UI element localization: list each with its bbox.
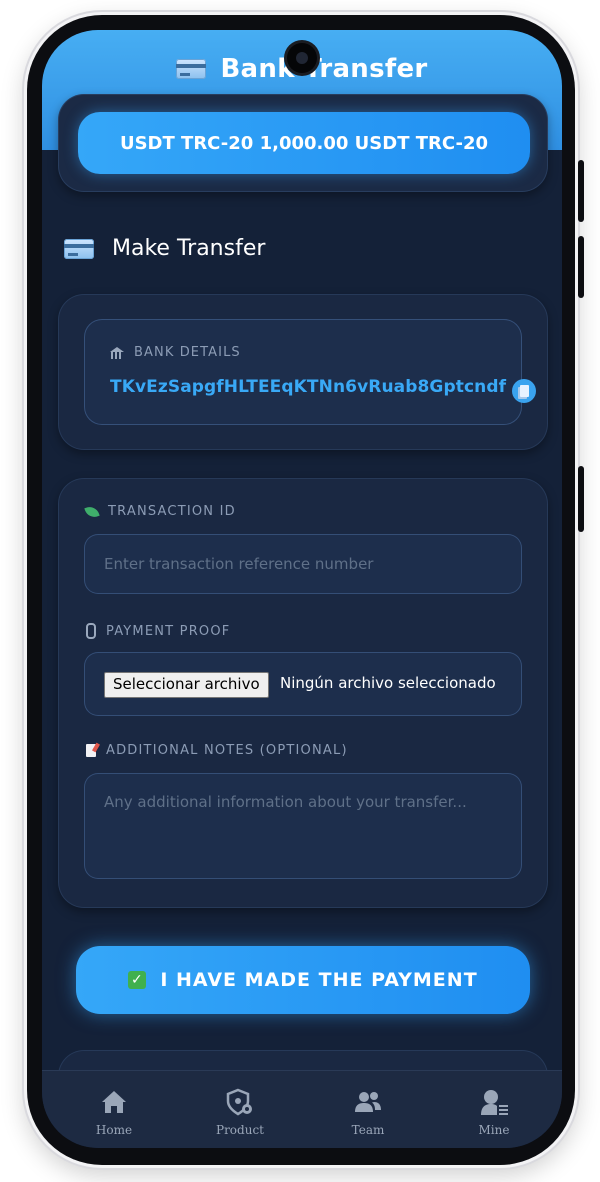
submit-payment-button[interactable]: ✓ I HAVE MADE THE PAYMENT [76,946,530,1014]
front-camera [287,43,317,73]
team-icon [355,1092,381,1112]
page-title: Bank Transfer [220,54,428,84]
nav-label-home: Home [95,1123,133,1137]
notes-textarea[interactable] [84,773,522,879]
nav-item-mine[interactable]: Mine [454,1087,534,1137]
nav-item-team[interactable]: Team [328,1087,408,1137]
bank-details-label-row: BANK DETAILS [110,345,241,360]
transaction-id-label: TRANSACTION ID [108,504,236,519]
file-status-text: Ningún archivo seleccionado [280,674,496,692]
volume-down-button [578,466,584,532]
copy-button[interactable] [512,379,536,403]
app-screen: Bank Transfer USDT TRC-20 1,000.00 USDT … [42,30,562,1148]
payment-proof-label-row: PAYMENT PROOF [86,623,230,639]
credit-card-icon [176,59,207,79]
bank-details-label: BANK DETAILS [134,345,241,360]
amount-display: USDT TRC-20 1,000.00 USDT TRC-20 [78,112,530,174]
nav-label-team: Team [351,1123,385,1137]
notes-field[interactable] [84,773,522,879]
section-header: Make Transfer [64,236,265,261]
notes-label: ADDITIONAL NOTES (OPTIONAL) [106,743,348,758]
user-icon [481,1090,508,1115]
nav-item-home[interactable]: Home [74,1087,154,1137]
nav-item-product[interactable]: Product [200,1087,280,1137]
nav-label-mine: Mine [478,1123,510,1137]
transaction-id-input[interactable] [84,534,522,594]
check-mark-icon: ✓ [128,971,147,989]
nav-label-product: Product [216,1123,264,1137]
home-icon [102,1091,126,1113]
transaction-id-field[interactable] [84,534,522,594]
volume-up-button [578,236,584,298]
transaction-id-label-row: TRANSACTION ID [84,503,236,520]
bank-details-box: BANK DETAILS TKvEzSapgfHLTEEqKTNn6vRuab8… [84,319,536,425]
shield-gear-icon [226,1088,252,1116]
bank-address[interactable]: TKvEzSapgfHLTEEqKTNn6vRuab8Gptcndf [110,377,506,397]
choose-file-button[interactable]: Seleccionar archivo [104,672,269,698]
power-button [578,160,584,222]
notes-label-row: ADDITIONAL NOTES (OPTIONAL) [86,743,348,758]
payment-proof-field: Seleccionar archivo Ningún archivo selec… [84,652,522,716]
bank-icon [110,346,124,359]
transfer-form: TRANSACTION ID PAYMENT PROOF Seleccionar… [58,478,548,908]
copy-icon [519,385,529,397]
submit-label: I HAVE MADE THE PAYMENT [160,969,478,991]
memo-icon [86,744,96,757]
payment-proof-label: PAYMENT PROOF [106,623,231,639]
money-icon [84,503,100,520]
bank-details-card: BANK DETAILS TKvEzSapgfHLTEEqKTNn6vRuab8… [58,294,548,450]
section-title: Make Transfer [112,236,266,261]
paperclip-icon [86,623,96,639]
amount-card: USDT TRC-20 1,000.00 USDT TRC-20 [58,94,548,192]
bottom-nav: Home Product Team Mine [42,1070,562,1148]
credit-card-icon [64,238,94,259]
